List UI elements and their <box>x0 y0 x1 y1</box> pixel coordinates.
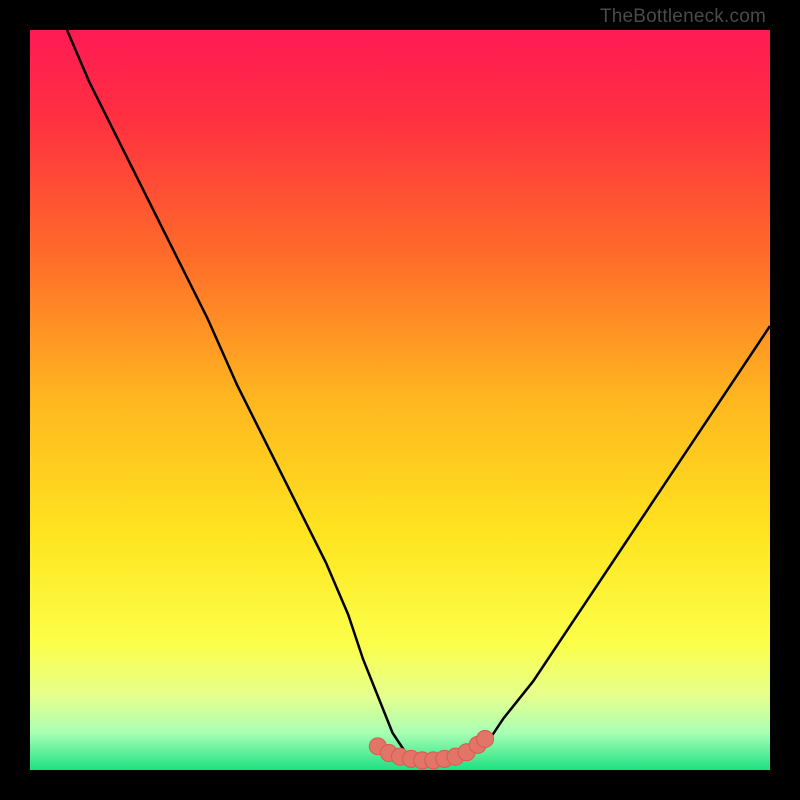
bottleneck-curve <box>67 30 770 763</box>
curve-layer <box>30 30 770 770</box>
optimal-range-markers <box>369 730 493 768</box>
plot-area <box>30 30 770 770</box>
marker-dot <box>477 730 494 747</box>
watermark: TheBottleneck.com <box>600 6 766 28</box>
